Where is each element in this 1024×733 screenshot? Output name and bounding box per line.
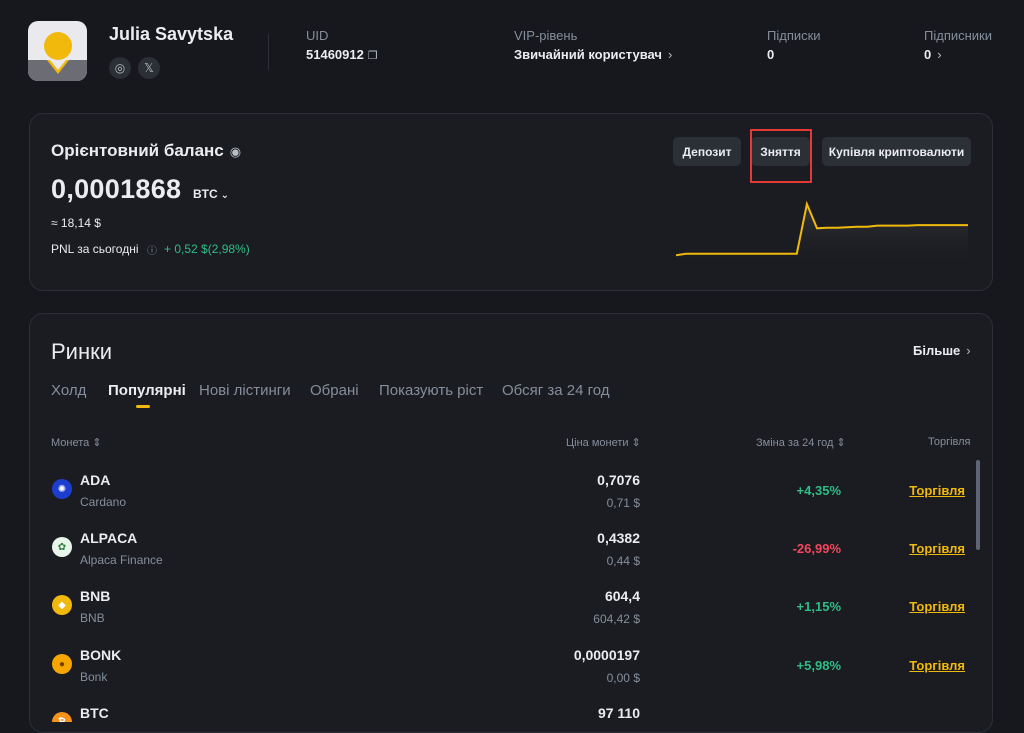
- coin-price: 0,0000197: [573, 647, 640, 663]
- balance-usd-approx: ≈ 18,14 $: [51, 216, 101, 230]
- chevron-right-icon: ›: [966, 343, 971, 358]
- column-header-coin[interactable]: Монета ⇕: [51, 436, 102, 449]
- info-icon[interactable]: ⓘ: [147, 242, 157, 257]
- tab-favorites[interactable]: Обрані: [310, 382, 359, 399]
- chevron-down-icon: ⌄: [220, 190, 230, 201]
- coin-price: 0,4382: [597, 530, 640, 546]
- trade-link[interactable]: Торгівля: [909, 599, 965, 614]
- withdraw-highlight-box: [750, 129, 812, 183]
- coin-price: 604,4: [604, 588, 640, 604]
- uid-label: UID: [306, 28, 329, 43]
- coin-symbol: BNB: [80, 588, 111, 604]
- tab-volume-24h[interactable]: Обсяг за 24 год: [502, 382, 610, 399]
- trade-link[interactable]: Торгівля: [909, 483, 965, 498]
- coin-change: -26,99%: [792, 541, 841, 556]
- copy-icon[interactable]: ❐: [368, 50, 378, 62]
- subscriptions-value[interactable]: 0: [767, 47, 774, 62]
- column-header-trade: Торгівля: [928, 436, 971, 448]
- coin-change: +1,15%: [796, 599, 841, 614]
- coin-price-usd: 0,44 $: [606, 554, 640, 568]
- cardano-icon: ✺: [52, 479, 72, 499]
- coin-change: +4,35%: [796, 483, 841, 498]
- followers-value[interactable]: 0 ›: [924, 47, 942, 62]
- coin-price: 0,7076: [597, 472, 640, 488]
- buy-crypto-button[interactable]: Купівля криптовалюти: [822, 137, 971, 166]
- balance-amount: 0,0001868: [51, 174, 182, 204]
- balance-sparkline: [676, 200, 968, 266]
- bitcoin-icon: ₿: [52, 712, 72, 722]
- sparkline-area: [676, 204, 968, 266]
- deposit-button[interactable]: Депозит: [673, 137, 741, 166]
- user-name: Julia Savytska: [109, 24, 234, 44]
- alpaca-icon: ✿: [52, 537, 72, 557]
- vip-label: VIP-рівень: [514, 28, 578, 43]
- sort-icon: ⇕: [92, 437, 102, 449]
- coin-symbol: ADA: [80, 472, 111, 488]
- avatar[interactable]: [28, 21, 87, 81]
- vip-value-link[interactable]: Звичайний користувач ›: [514, 47, 672, 62]
- sort-icon: ⇕: [631, 437, 641, 449]
- subscriptions-label: Підписки: [767, 28, 821, 43]
- chevron-right-icon: ›: [937, 47, 942, 62]
- balance-unit-selector[interactable]: BTC ⌄: [193, 187, 229, 201]
- coin-change: +5,98%: [796, 658, 841, 673]
- coin-symbol: BTC: [80, 705, 109, 721]
- markets-title: Ринки: [51, 339, 113, 364]
- coin-name: Bonk: [80, 670, 108, 684]
- coin-name: Cardano: [80, 495, 127, 509]
- coin-price: 97 110: [597, 705, 640, 721]
- uid-value: 51460912 ❐: [306, 47, 378, 62]
- table-row[interactable]: ✿ ALPACA Alpaca Finance 0,4382 0,44 $ -2…: [30, 523, 975, 581]
- x-twitter-icon[interactable]: 𝕏: [138, 57, 160, 79]
- trade-link[interactable]: Торгівля: [909, 541, 965, 556]
- coin-price-usd: 0,00 $: [606, 671, 640, 685]
- trade-link[interactable]: Торгівля: [909, 658, 965, 673]
- table-scrollbar[interactable]: [976, 460, 980, 550]
- tab-hold[interactable]: Холд: [51, 382, 86, 399]
- coin-symbol: BONK: [80, 647, 122, 663]
- coin-price-usd: 0,71 $: [606, 496, 640, 510]
- tab-popular[interactable]: Популярні: [108, 382, 186, 399]
- followers-label: Підписники: [924, 28, 993, 43]
- bnb-icon: ◆: [52, 595, 72, 615]
- pnl-label: PNL за сьогодні: [51, 242, 139, 256]
- eye-icon[interactable]: ◉: [230, 144, 241, 159]
- column-header-change[interactable]: Зміна за 24 год ⇕: [756, 436, 846, 449]
- coin-name: BNB: [80, 611, 105, 625]
- table-row[interactable]: ✺ ADA Cardano 0,7076 0,71 $ +4,35% Торгі…: [30, 465, 975, 523]
- binance-link-icon[interactable]: ◎: [109, 57, 131, 79]
- header-divider: [268, 34, 269, 70]
- more-link[interactable]: Більше ›: [913, 343, 971, 358]
- sort-icon: ⇕: [836, 437, 846, 449]
- pnl-value: + 0,52 $(2,98%): [164, 242, 250, 256]
- coin-name: Alpaca Finance: [80, 553, 163, 567]
- table-row[interactable]: ● BONK Bonk 0,0000197 0,00 $ +5,98% Торг…: [30, 640, 975, 698]
- tab-gainers[interactable]: Показують ріст: [379, 382, 483, 399]
- bonk-icon: ●: [52, 654, 72, 674]
- balance-title: Орієнтовний баланс ◉: [51, 141, 242, 160]
- coin-symbol: ALPACA: [80, 530, 138, 546]
- column-header-price[interactable]: Ціна монети ⇕: [566, 436, 641, 449]
- coin-price-usd: 604,42 $: [593, 612, 640, 626]
- active-tab-indicator: [136, 405, 150, 408]
- table-row[interactable]: ◆ BNB BNB 604,4 604,42 $ +1,15% Торгівля: [30, 581, 975, 639]
- table-row[interactable]: ₿ BTC 97 110: [30, 698, 975, 722]
- chevron-right-icon: ›: [667, 47, 673, 62]
- tab-new-listings[interactable]: Нові лістинги: [199, 382, 291, 399]
